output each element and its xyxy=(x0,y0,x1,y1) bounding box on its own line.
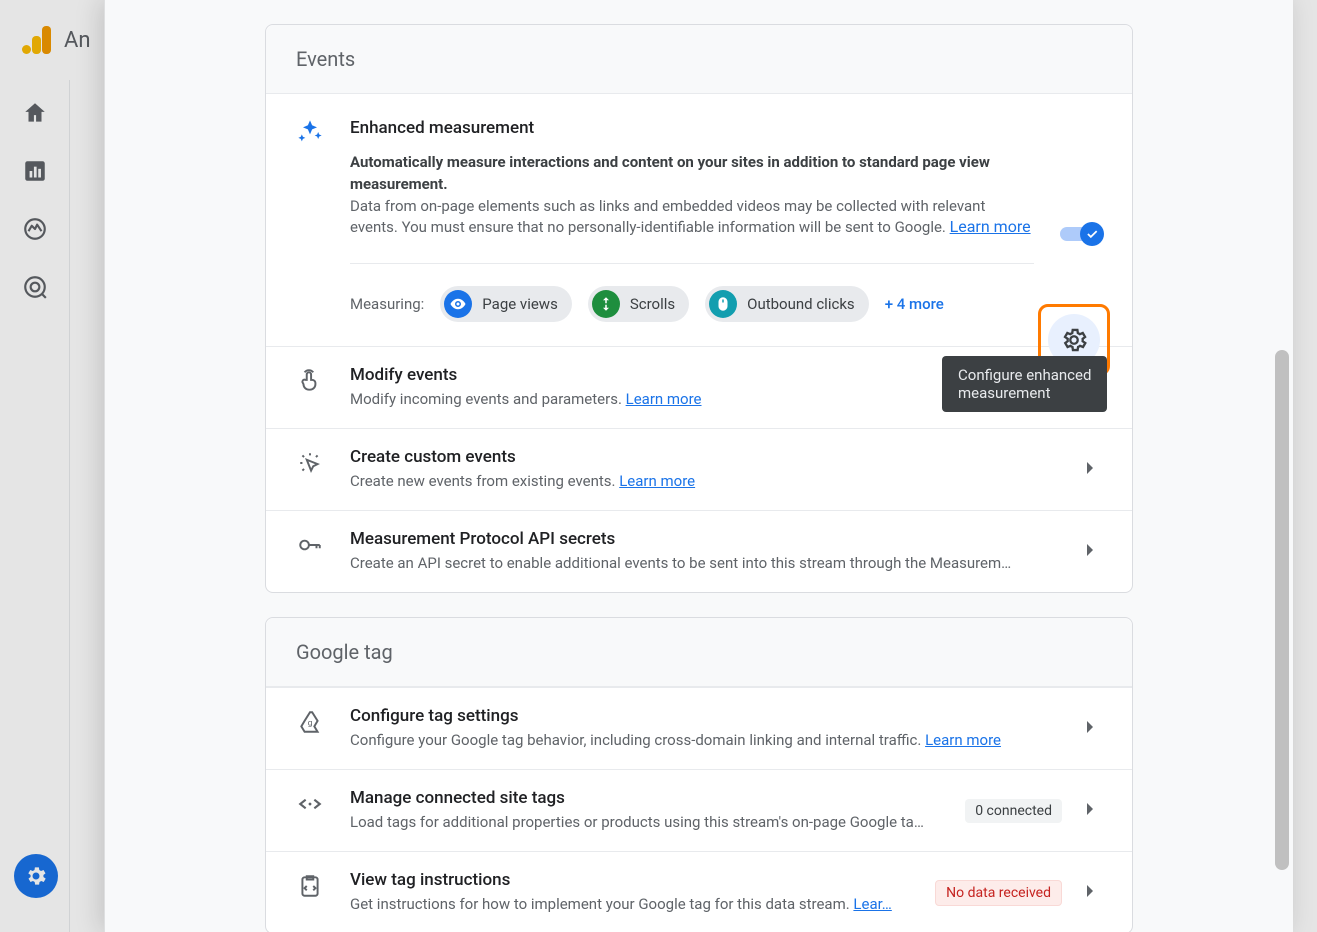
tag-icon: g xyxy=(296,708,324,736)
measuring-label: Measuring: xyxy=(350,295,424,313)
google-tag-card-header: Google tag xyxy=(266,618,1132,687)
configure-tag-settings-row[interactable]: g Configure tag settings Configure your … xyxy=(266,687,1132,769)
manage-connected-tags-row[interactable]: Manage connected site tags Load tags for… xyxy=(266,769,1132,851)
measuring-row: Measuring: Page views Scrolls Outbound c… xyxy=(350,263,1034,322)
chevron-right-icon xyxy=(1078,715,1102,743)
more-events-link[interactable]: + 4 more xyxy=(885,295,944,313)
instructions-icon xyxy=(296,872,324,900)
stream-details-panel: Events Enhanced measurement Automaticall… xyxy=(104,0,1293,932)
pill-label: Page views xyxy=(482,295,558,313)
pill-outbound-clicks: Outbound clicks xyxy=(705,286,869,322)
row-desc: Configure your Google tag behavior, incl… xyxy=(350,730,1052,751)
row-desc: Create an API secret to enable additiona… xyxy=(350,553,1052,574)
connected-count-badge: 0 connected xyxy=(965,799,1062,823)
touch-icon xyxy=(296,367,324,395)
enhanced-measurement-title: Enhanced measurement xyxy=(350,118,1034,138)
panel-scrollbar[interactable] xyxy=(1275,350,1289,870)
row-desc: Load tags for additional properties or p… xyxy=(350,812,939,833)
panel-scroll-area[interactable]: Events Enhanced measurement Automaticall… xyxy=(105,0,1293,932)
google-tag-card: Google tag g Configure tag settings Conf… xyxy=(265,617,1133,932)
chevron-right-icon xyxy=(1078,797,1102,825)
view-tag-instructions-row[interactable]: View tag instructions Get instructions f… xyxy=(266,851,1132,932)
row-title: Create custom events xyxy=(350,447,1052,467)
learn-more-link[interactable]: Lear… xyxy=(853,895,891,913)
row-desc: Create new events from existing events. … xyxy=(350,471,1052,492)
row-desc: Get instructions for how to implement yo… xyxy=(350,894,909,915)
pill-label: Outbound clicks xyxy=(747,295,855,313)
pill-label: Scrolls xyxy=(630,295,675,313)
chevron-right-icon xyxy=(1078,456,1102,484)
enhanced-measurement-text: Data from on-page elements such as links… xyxy=(350,197,985,237)
gear-tooltip: Configure enhanced measurement xyxy=(942,356,1107,412)
key-icon xyxy=(296,531,324,559)
pill-scrolls: Scrolls xyxy=(588,286,689,322)
scroll-icon xyxy=(592,290,620,318)
chevron-right-icon xyxy=(1078,879,1102,907)
sparkle-icon xyxy=(296,118,324,146)
learn-more-link[interactable]: Learn more xyxy=(626,390,702,408)
learn-more-link[interactable]: Learn more xyxy=(619,472,695,490)
enhanced-learn-more-link[interactable]: Learn more xyxy=(950,217,1031,236)
enhanced-measurement-strong: Automatically measure interactions and c… xyxy=(350,152,1034,196)
events-card: Events Enhanced measurement Automaticall… xyxy=(265,24,1133,593)
row-title: Measurement Protocol API secrets xyxy=(350,529,1052,549)
measurement-protocol-row[interactable]: Measurement Protocol API secrets Create … xyxy=(266,510,1132,592)
eye-icon xyxy=(444,290,472,318)
pill-page-views: Page views xyxy=(440,286,572,322)
enhanced-measurement-toggle[interactable] xyxy=(1060,222,1102,246)
row-title: Manage connected site tags xyxy=(350,788,939,808)
svg-text:g: g xyxy=(308,718,313,728)
row-title: Configure tag settings xyxy=(350,706,1052,726)
cursor-click-icon xyxy=(296,449,324,477)
code-icon xyxy=(296,790,324,818)
no-data-badge: No data received xyxy=(935,880,1062,906)
mouse-icon xyxy=(709,290,737,318)
row-title: View tag instructions xyxy=(350,870,909,890)
learn-more-link[interactable]: Learn more xyxy=(925,731,1001,749)
chevron-right-icon xyxy=(1078,538,1102,566)
create-custom-events-row[interactable]: Create custom events Create new events f… xyxy=(266,428,1132,510)
events-card-header: Events xyxy=(266,25,1132,94)
enhanced-measurement-row: Enhanced measurement Automatically measu… xyxy=(266,94,1132,346)
